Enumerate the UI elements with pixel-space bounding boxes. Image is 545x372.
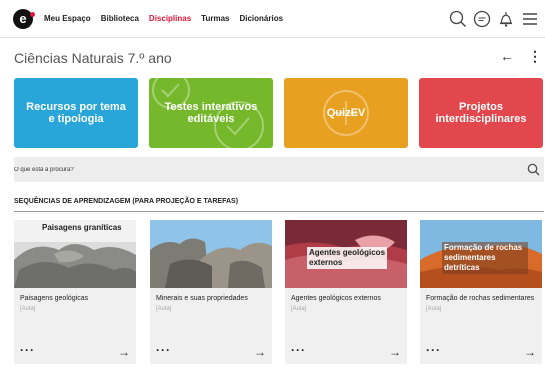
page-title: Ciências Naturais 7.º ano [14, 50, 172, 66]
nav-meu-espaco[interactable]: Meu Espaço [44, 14, 91, 23]
arrow-right-icon[interactable]: → [389, 345, 401, 359]
nav-disciplinas[interactable]: Disciplinas [149, 14, 191, 23]
card-image: Formação de rochas sedimentares detrític… [420, 220, 542, 288]
top-icons [449, 10, 539, 28]
tile-label: Recursos por tema e tipologia [26, 101, 126, 125]
card-type: [Aula] [156, 306, 172, 312]
tile-label: Testes interativos editáveis [164, 101, 258, 125]
more-options-icon[interactable]: ··· [20, 343, 35, 357]
card-formacao-rochas[interactable]: Formação de rochas sedimentares detrític… [420, 220, 542, 364]
top-bar: e Meu Espaço Biblioteca Disciplinas Turm… [0, 0, 545, 38]
card-title: Paisagens geológicas [20, 295, 89, 302]
search-icon[interactable] [527, 163, 540, 176]
card-title: Formação de rochas sedimentares [426, 295, 535, 302]
tile-label: QuizEV [326, 107, 366, 119]
more-options-icon[interactable]: ⋮ [528, 48, 542, 65]
more-options-icon[interactable]: ··· [156, 343, 171, 357]
back-arrow-icon[interactable]: ← [500, 48, 514, 64]
search-input[interactable] [14, 157, 514, 182]
tile-projetos[interactable]: Projetos interdisciplinares [419, 78, 543, 148]
arrow-right-icon[interactable]: → [254, 345, 266, 359]
card-type: [Aula] [291, 306, 307, 312]
card-image: Paisagens graníticas [14, 220, 136, 288]
tile-testes[interactable]: Testes interativos editáveis [149, 78, 273, 148]
more-options-icon[interactable]: ··· [426, 343, 441, 357]
card-paisagens-geologicas[interactable]: Paisagens graníticas Paisagens geológica… [14, 220, 136, 364]
section-divider [14, 211, 544, 212]
card-agentes-geologicos[interactable]: Agentes geológicos externos Agentes geol… [285, 220, 407, 364]
nav-turmas[interactable]: Turmas [201, 14, 229, 23]
main-nav: Meu Espaço Biblioteca Disciplinas Turmas… [44, 14, 293, 23]
nav-biblioteca[interactable]: Biblioteca [101, 14, 139, 23]
card-image-caption: Formação de rochas sedimentares detrític… [442, 242, 528, 274]
nav-dicionarios[interactable]: Dicionários [239, 14, 283, 23]
tile-label: Projetos interdisciplinares [435, 101, 527, 125]
more-options-icon[interactable]: ··· [291, 343, 306, 357]
card-title: Agentes geológicos externos [291, 295, 381, 302]
card-image-caption: Agentes geológicos externos [307, 247, 387, 269]
search-icon[interactable] [449, 10, 467, 28]
arrow-right-icon[interactable]: → [118, 345, 130, 359]
card-image: Agentes geológicos externos [285, 220, 407, 288]
card-minerais[interactable]: Minerais e suas propriedades [Aula] ··· … [150, 220, 272, 364]
bell-icon[interactable] [497, 10, 515, 28]
card-type: [Aula] [426, 306, 442, 312]
card-title: Minerais e suas propriedades [156, 295, 248, 302]
card-image [150, 220, 272, 288]
logo[interactable]: e [13, 9, 35, 29]
chat-icon[interactable] [473, 10, 491, 28]
menu-icon[interactable] [521, 10, 539, 28]
tile-recursos[interactable]: Recursos por tema e tipologia [14, 78, 138, 148]
card-type: [Aula] [20, 306, 36, 312]
search-bar [14, 157, 544, 182]
card-image-caption: Paisagens graníticas [42, 223, 122, 232]
section-title: SEQUÊNCIAS DE APRENDIZAGEM (PARA PROJEÇÃ… [14, 198, 239, 205]
tile-quizev[interactable]: QuizEV [284, 78, 408, 148]
arrow-right-icon[interactable]: → [524, 345, 536, 359]
